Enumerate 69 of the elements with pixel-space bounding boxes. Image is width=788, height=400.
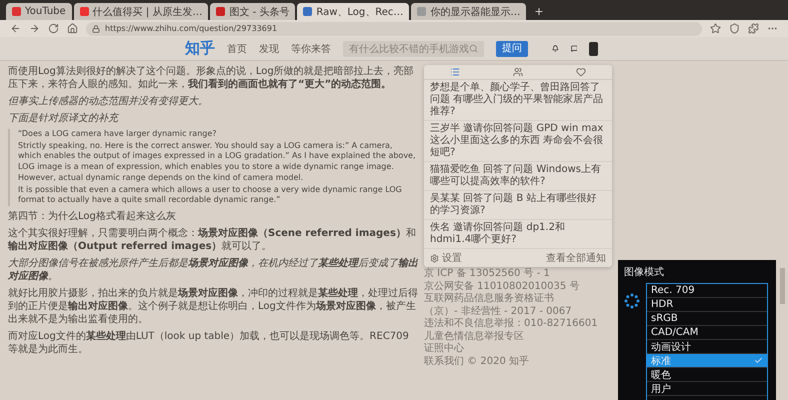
forward-icon[interactable] bbox=[29, 23, 40, 34]
browser-tab[interactable]: Raw、Log、Rec… bbox=[297, 3, 410, 20]
bell-icon[interactable] bbox=[552, 43, 559, 54]
reload-icon[interactable] bbox=[48, 23, 59, 34]
paragraph: 大部分图像信号在被感光原件产生后都是场景对应图像，在机内经过了某些处理后变成了输出对应图像。 bbox=[8, 256, 418, 282]
shield-icon[interactable] bbox=[729, 23, 740, 34]
footer-text: 联系我们 © 2020 知乎 bbox=[424, 356, 530, 367]
footer-text: 儿童色情信息举报专区 bbox=[424, 330, 525, 342]
tab-favicon-icon bbox=[12, 7, 21, 16]
nav-link[interactable]: 首页 bbox=[227, 42, 247, 56]
footer-text: 证照中心 bbox=[424, 343, 465, 354]
osd-menu-item[interactable]: HDR bbox=[647, 298, 767, 312]
tab-favicon-icon bbox=[80, 7, 89, 16]
osd-menu-item[interactable]: CAD/CAM bbox=[647, 326, 767, 340]
osd-menu-item[interactable]: sRGB bbox=[647, 312, 767, 326]
paragraph: 就好比用胶片摄影，拍出来的负片就是场景对应图像，冲印的过程就是某些处理，处理过后得到的正片便是输出对应图像。这个例子就是想让你明白，Log文件作为场景对应图像，被产生出来就不是为输出监看使用的。 bbox=[8, 286, 418, 326]
notification-item[interactable]: 吴某某 回答了问题 B 站上有哪些很好的学习资源? bbox=[424, 191, 612, 220]
browser-tab[interactable]: 图文 - 头条号 bbox=[210, 3, 296, 20]
address-bar[interactable]: https://www.zhihu.com/question/29733691 bbox=[86, 22, 702, 36]
paragraph: 而对应Log文件的某些处理由LUT（look up table）加载，也可以是现场调色等。REC709等就是为此而生。 bbox=[8, 330, 410, 356]
paragraph: 而使用Log算法则很好的解决了这个问题。形象点的说，Log所做的就是把暗部拉上去，亮部压下来，来符合人眼的感知。如此一来，我们看到的画面也就有了“更大”的动态范围。 bbox=[8, 65, 415, 91]
puzzle-icon[interactable] bbox=[748, 23, 759, 34]
tab-favicon-icon bbox=[303, 7, 312, 16]
footer-text: 京公网安备 11010802010035 号 bbox=[424, 280, 580, 292]
tab-favicon-icon bbox=[216, 7, 226, 16]
back-icon[interactable] bbox=[10, 23, 21, 34]
dots-circle-icon bbox=[624, 293, 640, 309]
section-heading: 第四节：为什么Log格式看起来这么灰 bbox=[8, 210, 177, 222]
quote-line: It is possible that even a camera which allows a user to choose a very wide dynamic range LOG format to actually have a quite small recordable dynamic range.” bbox=[18, 184, 403, 206]
nav-link[interactable]: 发现 bbox=[259, 42, 279, 56]
quote-line: Strictly speaking, no. Here is the correct answer. You should say a LOG camera is:” A camera, which enables the output of images expressed in a LOG gradation.” As I have explained the above, LOG image is a mean of expression, which enables you to store a wide dynamic range image. bbox=[18, 140, 417, 172]
paragraph: 这个其实很好理解，只需要明白两个概念：场景对应图像（Scene referred images）和输出对应图像（Output referred images）就可以了。 bbox=[8, 226, 417, 252]
notification-item[interactable]: 三岁半 邀请你回答问题 GPD win max这么小里面这么多的东西 寿命会不会很短吧? bbox=[424, 121, 612, 162]
search-icon bbox=[469, 44, 478, 53]
settings-icon bbox=[430, 254, 439, 262]
paragraph: 下面是针对原译文的补充 bbox=[8, 112, 120, 125]
nav-link[interactable]: 等你来答 bbox=[291, 42, 331, 56]
new-tab-button[interactable]: + bbox=[528, 5, 550, 20]
paragraph: 但事实上传感器的动态范围并没有变得更大。 bbox=[8, 95, 209, 108]
users-tab-icon[interactable] bbox=[512, 67, 523, 77]
browser-tab[interactable]: 你的显示器能显示… bbox=[411, 3, 526, 20]
scrollbar-thumb[interactable] bbox=[780, 268, 785, 304]
settings-link[interactable]: 设置 bbox=[430, 251, 462, 265]
quote-line: However, actual dynamic range depends on the kind of camera model. bbox=[18, 173, 304, 184]
osd-menu-item[interactable]: 暖色 bbox=[647, 368, 767, 382]
footer-text: （京）- 非经营性 - 2017 - 0067 bbox=[424, 306, 573, 317]
notification-item[interactable]: 猫猫爱吃鱼 回答了问题 Windows上有哪些可以提高效率的软件? bbox=[424, 162, 612, 191]
footer-text: 京 ICP 备 13052560 号 - 1 bbox=[424, 268, 551, 280]
ask-button[interactable]: 提问 bbox=[496, 40, 528, 56]
osd-menu-item[interactable]: Rec. 709 bbox=[647, 284, 767, 298]
notification-item[interactable]: 佚名 邀请你回答问题 dp1.2和hdmi1.4哪个更好? bbox=[424, 220, 612, 249]
footer-text: 互联网药品信息服务资格证书 bbox=[424, 293, 555, 304]
quote-line: “Does a LOG camera have larger dynamic range? bbox=[18, 129, 218, 140]
footer-text: 违法和不良信息举报：010-82716601 bbox=[424, 318, 599, 330]
browser-tab[interactable]: 什么值得买 | 从原生发… bbox=[74, 3, 208, 20]
star-icon[interactable] bbox=[710, 23, 721, 34]
home-icon[interactable] bbox=[67, 23, 78, 34]
osd-menu-item[interactable]: 用户 bbox=[647, 382, 767, 396]
chat-icon[interactable] bbox=[570, 43, 578, 54]
tab-favicon-icon bbox=[417, 7, 426, 16]
browser-tab[interactable]: YouTube bbox=[6, 3, 72, 20]
check-icon bbox=[754, 356, 763, 365]
heart-tab-icon[interactable] bbox=[576, 67, 586, 77]
list-tab-icon[interactable] bbox=[450, 67, 460, 77]
avatar[interactable] bbox=[589, 42, 598, 56]
lock-icon bbox=[92, 24, 100, 32]
view-all-link[interactable]: 查看全部通知 bbox=[546, 251, 606, 265]
osd-title: 图像模式 bbox=[624, 266, 665, 279]
notification-item[interactable]: 梦想是个单、颜心学子、曾田路回答了问题 有哪些入门级的平果智能家居产品推荐? bbox=[424, 80, 612, 121]
